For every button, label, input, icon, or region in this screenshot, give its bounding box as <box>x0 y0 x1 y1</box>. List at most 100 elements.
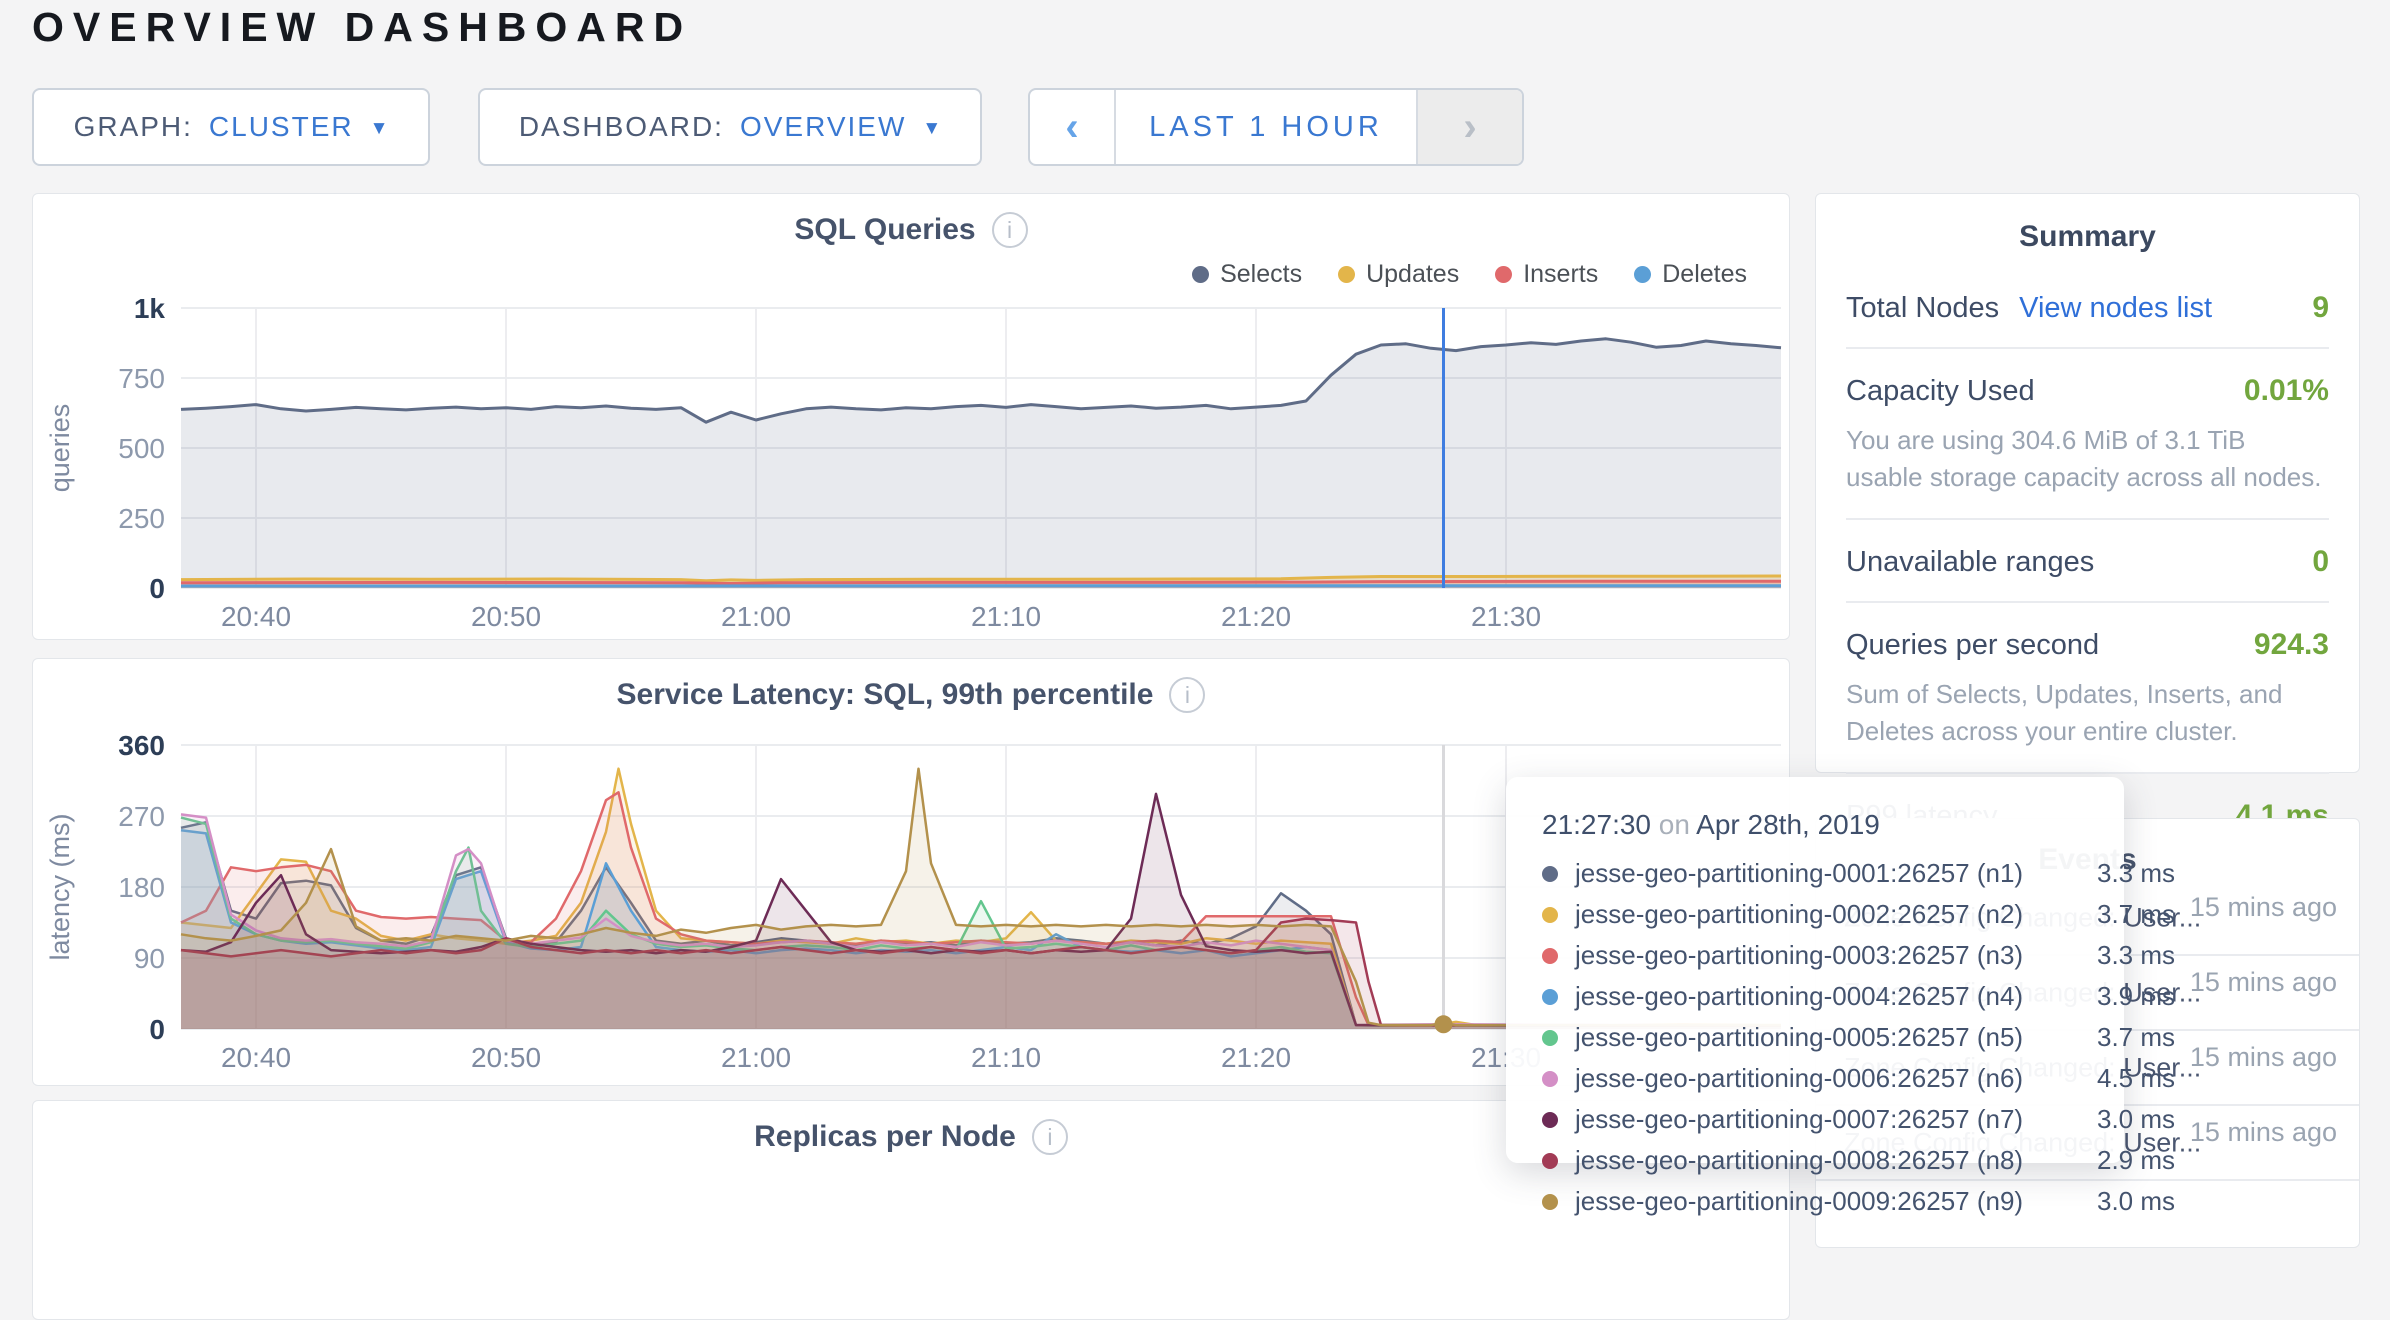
svg-text:21:00: 21:00 <box>721 1042 791 1073</box>
sql-queries-chart[interactable]: 02505007501k20:4020:5021:0021:1021:2021:… <box>33 298 1789 634</box>
tooltip-row: jesse-geo-partitioning-0007:26257 (n7) 3… <box>1542 1099 2124 1140</box>
time-prev-button[interactable]: ‹ <box>1030 90 1116 164</box>
summary-label: Capacity Used <box>1846 375 2035 408</box>
tooltip-row: jesse-geo-partitioning-0006:26257 (n6) 4… <box>1542 1058 2124 1099</box>
tooltip-node-name: jesse-geo-partitioning-0003:26257 (n3) <box>1575 940 2080 971</box>
sql-queries-card: SQL Queries i Selects Updates Inserts De… <box>32 193 1790 640</box>
summary-panel: Summary Total Nodes View nodes list 9 Ca… <box>1815 193 2360 773</box>
svg-text:21:20: 21:20 <box>1221 1042 1291 1073</box>
tooltip-node-value: 3.3 ms <box>2097 858 2175 889</box>
series-dot-icon <box>1542 989 1558 1005</box>
summary-label: Unavailable ranges <box>1846 546 2094 579</box>
legend-label: Deletes <box>1662 260 1747 289</box>
legend-item[interactable]: Selects <box>1192 260 1302 289</box>
summary-value: 924.3 <box>2254 628 2329 662</box>
summary-subtext: You are using 304.6 MiB of 3.1 TiB usabl… <box>1846 422 2329 496</box>
sql-queries-title-row: SQL Queries i <box>33 212 1789 248</box>
tooltip-row: jesse-geo-partitioning-0004:26257 (n4) 3… <box>1542 976 2124 1017</box>
tooltip-node-name: jesse-geo-partitioning-0007:26257 (n7) <box>1575 1104 2080 1135</box>
sql-queries-legend: Selects Updates Inserts Deletes <box>1192 260 1747 289</box>
summary-label: Total Nodes <box>1846 292 1999 325</box>
tooltip-node-name: jesse-geo-partitioning-0001:26257 (n1) <box>1575 858 2080 889</box>
svg-text:360: 360 <box>118 735 165 761</box>
summary-label: Queries per second <box>1846 629 2099 662</box>
dashboard-dropdown-label: DASHBOARD: <box>519 111 724 143</box>
legend-label: Inserts <box>1523 260 1598 289</box>
tooltip-row: jesse-geo-partitioning-0002:26257 (n2) 3… <box>1542 894 2124 935</box>
event-timestamp: 15 mins ago <box>2177 1039 2337 1075</box>
tooltip-row: jesse-geo-partitioning-0008:26257 (n8) 2… <box>1542 1140 2124 1181</box>
summary-row: Capacity Used 0.01% You are using 304.6 … <box>1846 349 2329 520</box>
event-timestamp: 15 mins ago <box>2177 964 2337 1000</box>
graph-dropdown-label: GRAPH: <box>74 111 193 143</box>
time-next-button[interactable]: › <box>1416 90 1522 164</box>
time-range-label[interactable]: LAST 1 HOUR <box>1116 90 1416 164</box>
svg-text:20:40: 20:40 <box>221 1042 291 1073</box>
legend-item[interactable]: Deletes <box>1634 260 1747 289</box>
info-icon[interactable]: i <box>992 212 1028 248</box>
svg-text:250: 250 <box>118 503 165 534</box>
tooltip-row: jesse-geo-partitioning-0001:26257 (n1) 3… <box>1542 853 2124 894</box>
legend-dot-icon <box>1495 266 1512 283</box>
tooltip-node-value: 3.9 ms <box>2097 981 2175 1012</box>
series-dot-icon <box>1542 866 1558 882</box>
event-timestamp: 15 mins ago <box>2177 889 2337 925</box>
series-dot-icon <box>1542 1030 1558 1046</box>
summary-subtext: Sum of Selects, Updates, Inserts, and De… <box>1846 676 2329 750</box>
info-icon[interactable]: i <box>1169 677 1205 713</box>
svg-text:0: 0 <box>149 573 165 604</box>
graph-dropdown[interactable]: GRAPH: CLUSTER ▼ <box>32 88 430 166</box>
dashboard-dropdown-value: OVERVIEW <box>740 111 906 143</box>
sql-queries-title: SQL Queries <box>794 213 975 247</box>
tooltip-header: 21:27:30 on Apr 28th, 2019 <box>1542 809 2124 841</box>
series-dot-icon <box>1542 948 1558 964</box>
svg-text:21:10: 21:10 <box>971 1042 1041 1073</box>
series-dot-icon <box>1542 1194 1558 1210</box>
tooltip-on: on <box>1659 809 1690 840</box>
tooltip-node-name: jesse-geo-partitioning-0009:26257 (n9) <box>1575 1186 2080 1217</box>
chart-tooltip: 21:27:30 on Apr 28th, 2019 jesse-geo-par… <box>1506 777 2124 1163</box>
svg-text:21:10: 21:10 <box>971 601 1041 632</box>
svg-text:queries: queries <box>45 404 75 493</box>
summary-rows: Total Nodes View nodes list 9 Capacity U… <box>1846 266 2329 855</box>
graph-dropdown-value: CLUSTER <box>209 111 354 143</box>
chevron-down-icon: ▼ <box>922 118 941 140</box>
tooltip-node-value: 3.7 ms <box>2097 1022 2175 1053</box>
tooltip-node-name: jesse-geo-partitioning-0002:26257 (n2) <box>1575 899 2080 930</box>
view-nodes-link[interactable]: View nodes list <box>2019 292 2212 325</box>
svg-text:270: 270 <box>118 801 165 832</box>
svg-text:21:20: 21:20 <box>1221 601 1291 632</box>
summary-row: Unavailable ranges 0 <box>1846 520 2329 603</box>
replicas-title: Replicas per Node <box>754 1120 1016 1154</box>
summary-row: Total Nodes View nodes list 9 <box>1846 266 2329 349</box>
series-dot-icon <box>1542 1112 1558 1128</box>
tooltip-rows: jesse-geo-partitioning-0001:26257 (n1) 3… <box>1542 853 2124 1222</box>
svg-text:1k: 1k <box>134 298 166 324</box>
tooltip-node-value: 2.9 ms <box>2097 1145 2175 1176</box>
page-title: OVERVIEW DASHBOARD <box>32 4 692 51</box>
tooltip-node-value: 3.3 ms <box>2097 940 2175 971</box>
service-latency-title-row: Service Latency: SQL, 99th percentile i <box>33 677 1789 713</box>
legend-label: Selects <box>1220 260 1302 289</box>
chevron-down-icon: ▼ <box>370 118 389 140</box>
tooltip-node-value: 3.0 ms <box>2097 1104 2175 1135</box>
tooltip-node-name: jesse-geo-partitioning-0008:26257 (n8) <box>1575 1145 2080 1176</box>
svg-text:90: 90 <box>134 943 165 974</box>
controls-bar: GRAPH: CLUSTER ▼ DASHBOARD: OVERVIEW ▼ ‹… <box>32 88 2358 168</box>
info-icon[interactable]: i <box>1032 1119 1068 1155</box>
summary-value: 9 <box>2312 291 2329 325</box>
series-dot-icon <box>1542 1153 1558 1169</box>
service-latency-title: Service Latency: SQL, 99th percentile <box>617 678 1154 712</box>
legend-item[interactable]: Updates <box>1338 260 1459 289</box>
dashboard-dropdown[interactable]: DASHBOARD: OVERVIEW ▼ <box>478 88 982 166</box>
svg-text:20:50: 20:50 <box>471 601 541 632</box>
summary-row: Queries per second 924.3 Sum of Selects,… <box>1846 603 2329 774</box>
series-dot-icon <box>1542 907 1558 923</box>
tooltip-row: jesse-geo-partitioning-0005:26257 (n5) 3… <box>1542 1017 2124 1058</box>
svg-text:180: 180 <box>118 872 165 903</box>
tooltip-node-name: jesse-geo-partitioning-0006:26257 (n6) <box>1575 1063 2080 1094</box>
tooltip-node-value: 4.5 ms <box>2097 1063 2175 1094</box>
legend-item[interactable]: Inserts <box>1495 260 1598 289</box>
tooltip-node-name: jesse-geo-partitioning-0005:26257 (n5) <box>1575 1022 2080 1053</box>
tooltip-row: jesse-geo-partitioning-0009:26257 (n9) 3… <box>1542 1181 2124 1222</box>
